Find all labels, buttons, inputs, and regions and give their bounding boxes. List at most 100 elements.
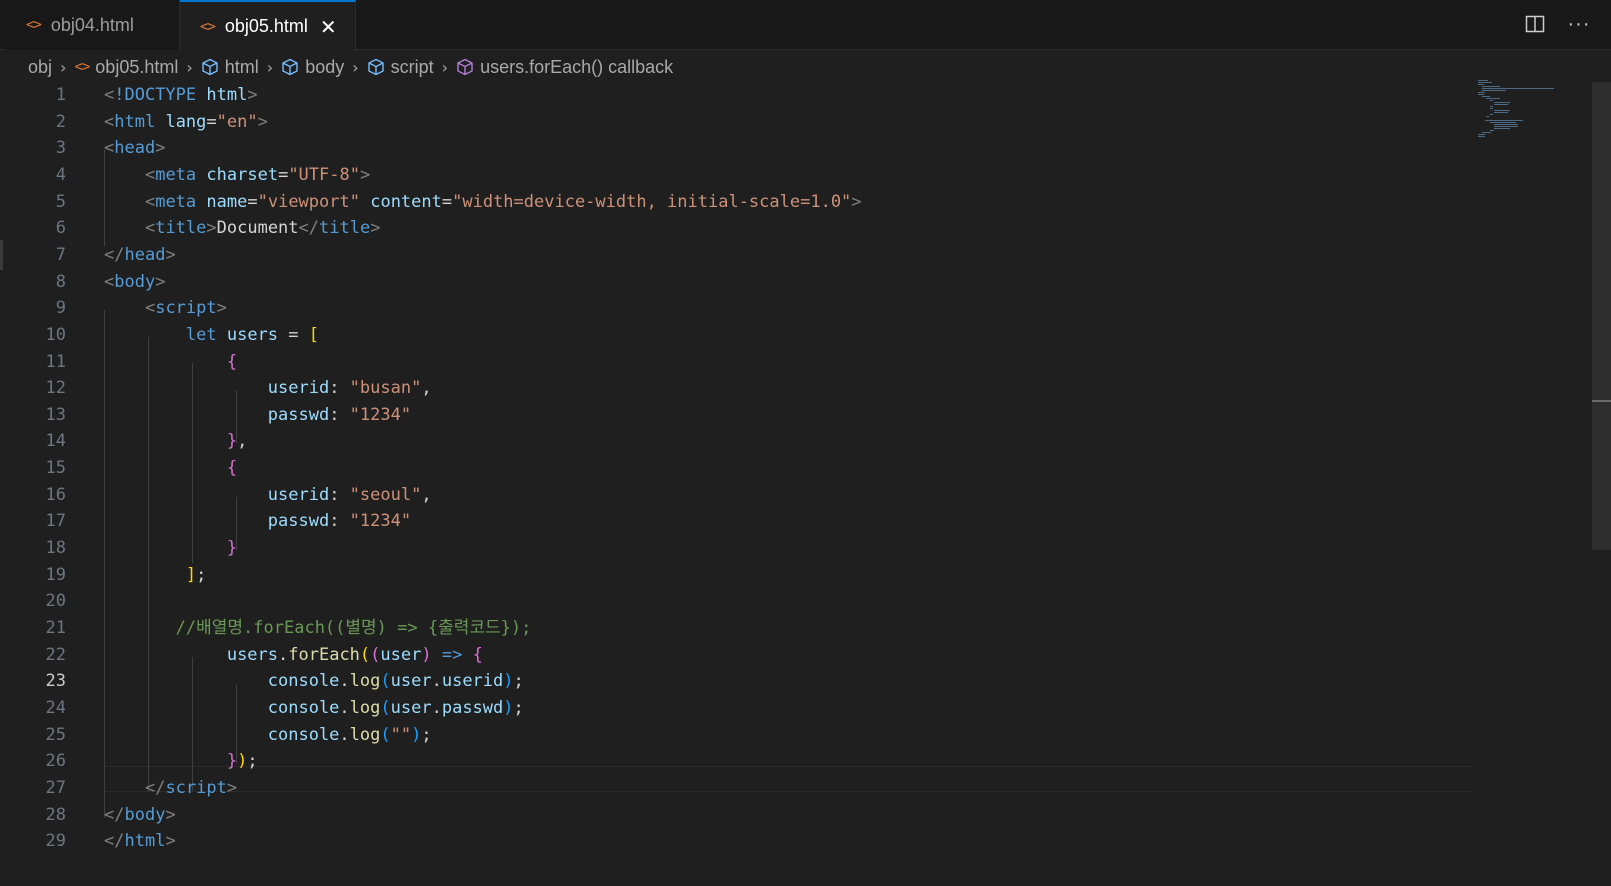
code-token: passwd [267, 511, 330, 532]
code-token: ; [513, 671, 524, 692]
code-line[interactable]: 7 </head> [0, 242, 1475, 269]
tab-obj05[interactable]: <> obj05.html ✕ [180, 0, 356, 51]
code-token: , [421, 484, 432, 505]
code-line[interactable]: 16 userid: "seoul", [0, 482, 1475, 509]
code-token: let [185, 324, 217, 345]
code-line[interactable]: 4 <meta charset="UTF-8"> [0, 162, 1475, 189]
code-token: !DOCTYPE [114, 85, 197, 105]
code-token: forEach [288, 644, 360, 665]
breadcrumb-item-file[interactable]: <> obj05.html › [74, 57, 200, 78]
code-token: </ [144, 777, 166, 798]
code-token: user [390, 697, 432, 718]
code-line[interactable]: 17 passwd: "1234" [0, 508, 1475, 535]
code-token: < [104, 85, 115, 105]
code-line[interactable]: 22 users.forEach((user) => { [0, 642, 1475, 669]
code-line[interactable]: 5 <meta name="viewport" content="width=d… [0, 189, 1475, 216]
line-number: 11 [45, 351, 66, 372]
code-text: ]; [104, 562, 207, 589]
code-line[interactable]: 15 { [0, 455, 1475, 482]
code-token: log [349, 697, 381, 718]
line-number: 19 [45, 564, 66, 585]
breadcrumb-item-callback[interactable]: users.forEach() callback [456, 57, 673, 78]
code-token: "width=device-width, initial-scale=1.0" [452, 191, 852, 212]
code-token: > [226, 777, 238, 798]
code-token: //배열명.forEach((별명) => {출력코드}); [175, 618, 532, 638]
code-text: }); [104, 748, 258, 775]
code-token: ] [185, 564, 197, 585]
breadcrumb-item-obj[interactable]: obj › [28, 57, 74, 78]
code-line[interactable]: 11 { [0, 349, 1475, 376]
code-line[interactable]: 20 [0, 588, 1475, 615]
code-line[interactable]: 12 userid: "busan", [0, 375, 1475, 402]
breadcrumb-label: obj [28, 56, 53, 77]
breadcrumb-item-script[interactable]: script › [367, 57, 456, 78]
breadcrumb-item-html[interactable]: html › [201, 57, 281, 78]
line-number: 24 [45, 697, 66, 718]
code-line[interactable]: 28 </body> [0, 802, 1475, 829]
more-actions-icon[interactable]: ··· [1567, 12, 1591, 36]
code-token: "seoul" [349, 484, 422, 505]
code-token: { [226, 351, 238, 372]
cube-icon [201, 58, 219, 76]
code-token: "UTF-8" [288, 164, 360, 185]
code-line[interactable]: 25 console.log(""); [0, 722, 1475, 749]
minimap[interactable] [1478, 80, 1558, 150]
code-line[interactable]: 2 <html lang="en"> [0, 109, 1475, 136]
code-line[interactable]: 27 </script> [0, 775, 1475, 802]
chevron-right-icon: › [352, 57, 359, 77]
line-number: 16 [45, 484, 66, 505]
code-token: log [349, 671, 381, 692]
code-line[interactable]: 18 } [0, 535, 1475, 562]
breadcrumb-item-body[interactable]: body › [281, 57, 366, 78]
code-token: meta [155, 164, 197, 185]
close-icon[interactable]: ✕ [320, 15, 337, 39]
code-line[interactable]: 10 let users = [ [0, 322, 1475, 349]
line-number: 9 [55, 298, 66, 319]
code-line[interactable]: 23 console.log(user.userid); [0, 668, 1475, 695]
code-token: > [165, 244, 176, 265]
code-token: : [329, 378, 350, 399]
code-line[interactable]: 24 console.log(user.passwd); [0, 695, 1475, 722]
code-token: title [319, 218, 371, 239]
code-line[interactable]: 1 <!DOCTYPE html> [0, 82, 1475, 109]
code-token: = [278, 324, 309, 345]
line-number: 7 [55, 244, 66, 265]
code-line[interactable]: 21 //배열명.forEach((별명) => {출력코드}); [0, 615, 1475, 642]
vertical-scrollbar[interactable] [1592, 82, 1611, 550]
code-line[interactable]: 6 <title>Document</title> [0, 215, 1475, 242]
code-token: name [206, 191, 248, 212]
html-file-icon: <> [200, 18, 216, 35]
breadcrumb-label: html [224, 56, 259, 77]
code-token: > [216, 298, 227, 319]
code-text: passwd: "1234" [104, 402, 411, 429]
code-line[interactable]: 3 <head> [0, 135, 1475, 162]
code-line[interactable]: 29 </html> [0, 828, 1475, 855]
code-line[interactable]: 9 <script> [0, 295, 1475, 322]
code-line[interactable]: 19 ]; [0, 562, 1475, 589]
code-token: . [278, 644, 289, 665]
code-token: userid [267, 484, 330, 505]
line-number: 25 [45, 724, 66, 745]
code-text: <meta name="viewport" content="width=dev… [104, 189, 862, 216]
tab-obj04[interactable]: <> obj04.html [6, 0, 180, 50]
code-token: = [278, 164, 289, 185]
code-token: "viewport" [257, 191, 360, 212]
code-line[interactable]: 26 }); [0, 748, 1475, 775]
code-token: </ [298, 218, 320, 239]
code-token: = [441, 191, 453, 212]
code-line[interactable]: 13 passwd: "1234" [0, 402, 1475, 429]
code-editor[interactable]: 1 <!DOCTYPE html> 2 <html lang="en"> 3 <head>… [0, 82, 1475, 886]
split-editor-icon[interactable] [1523, 12, 1547, 36]
line-number: 20 [45, 591, 66, 612]
code-line[interactable]: 8 <body> [0, 269, 1475, 296]
editor-actions: ··· [1523, 12, 1591, 36]
code-line[interactable]: 14 }, [0, 428, 1475, 455]
code-token: user [390, 671, 432, 692]
